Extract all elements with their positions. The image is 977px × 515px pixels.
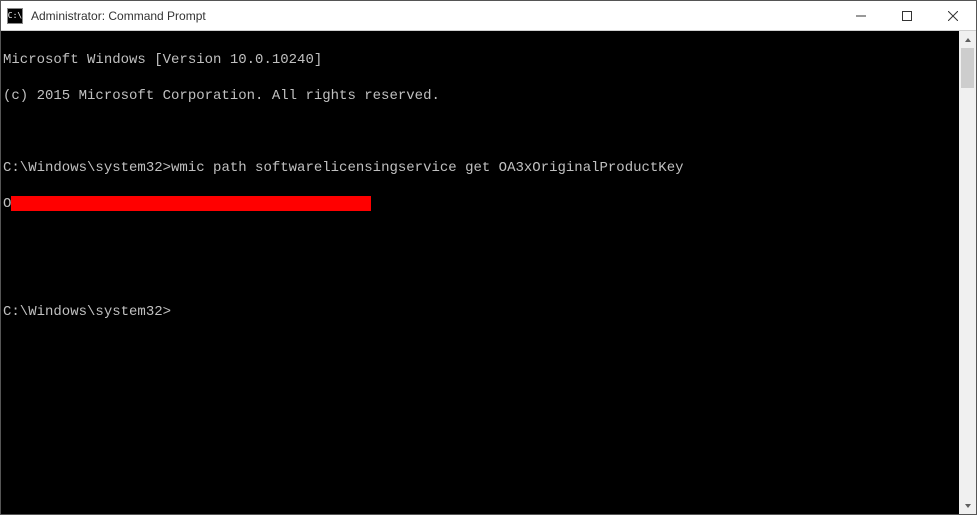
terminal-line — [3, 267, 959, 285]
prompt-path: C:\Windows\system32> — [3, 304, 171, 320]
command-text: wmic path softwarelicensingservice get O… — [171, 160, 683, 176]
minimize-button[interactable] — [838, 1, 884, 30]
terminal-line — [3, 231, 959, 249]
window-controls — [838, 1, 976, 30]
scroll-thumb[interactable] — [961, 48, 974, 88]
scroll-up-button[interactable] — [959, 31, 976, 48]
app-icon: C:\ — [7, 8, 23, 24]
terminal-line: (c) 2015 Microsoft Corporation. All righ… — [3, 87, 959, 105]
terminal-line: O — [3, 195, 959, 213]
close-icon — [948, 11, 958, 21]
maximize-icon — [902, 11, 912, 21]
window-title: Administrator: Command Prompt — [31, 9, 206, 23]
vertical-scrollbar[interactable] — [959, 31, 976, 514]
terminal-line — [3, 123, 959, 141]
command-prompt-window: C:\ Administrator: Command Prompt Micros… — [0, 0, 977, 515]
minimize-icon — [856, 11, 866, 21]
close-button[interactable] — [930, 1, 976, 30]
scroll-track[interactable] — [959, 48, 976, 497]
titlebar[interactable]: C:\ Administrator: Command Prompt — [1, 1, 976, 31]
maximize-button[interactable] — [884, 1, 930, 30]
terminal-line: Microsoft Windows [Version 10.0.10240] — [3, 51, 959, 69]
scroll-down-button[interactable] — [959, 497, 976, 514]
chevron-up-icon — [964, 36, 972, 44]
chevron-down-icon — [964, 502, 972, 510]
output-prefix: O — [3, 196, 11, 212]
terminal-output[interactable]: Microsoft Windows [Version 10.0.10240] (… — [1, 31, 959, 514]
terminal-line: C:\Windows\system32>wmic path softwareli… — [3, 159, 959, 177]
terminal-line: C:\Windows\system32> — [3, 303, 959, 321]
terminal-area: Microsoft Windows [Version 10.0.10240] (… — [1, 31, 976, 514]
redacted-product-key — [11, 196, 371, 211]
copyright-text: (c) 2015 Microsoft Corporation. All righ… — [3, 88, 440, 104]
banner-text: Microsoft Windows [Version 10.0.10240] — [3, 52, 322, 68]
prompt-path: C:\Windows\system32> — [3, 160, 171, 176]
